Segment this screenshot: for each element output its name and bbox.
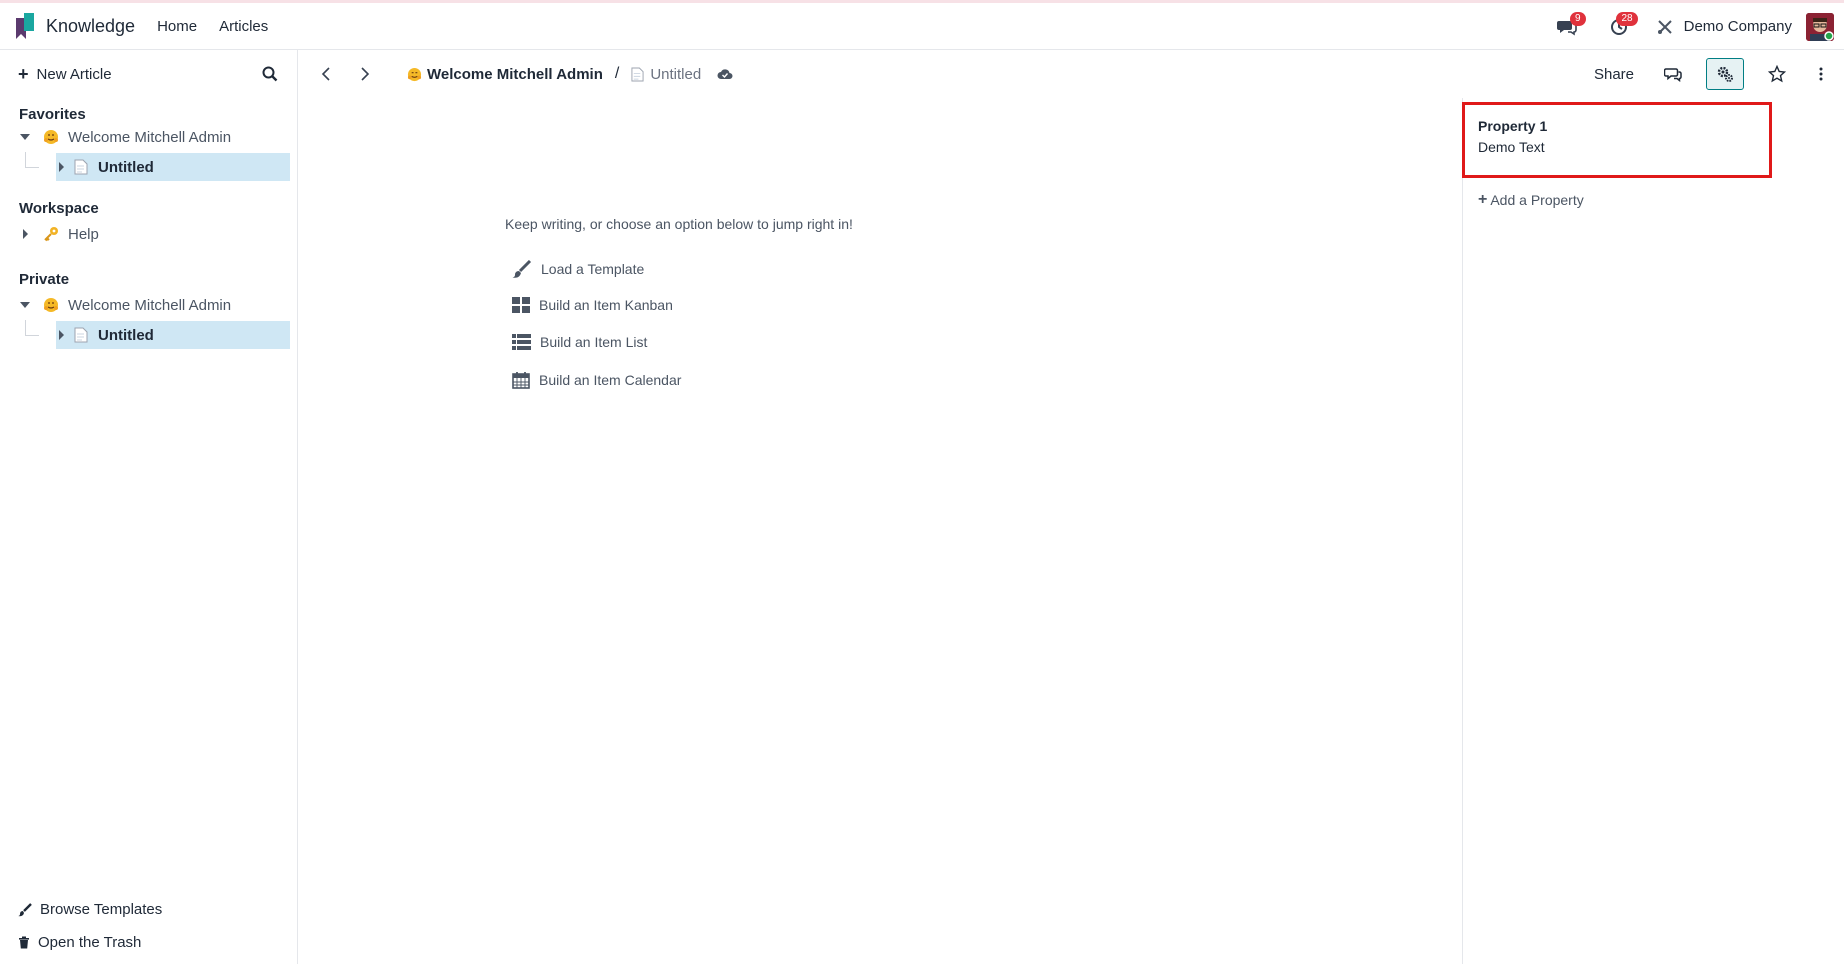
open-trash-button[interactable]: Open the Trash (18, 934, 141, 951)
breadcrumb-parent[interactable]: Welcome Mitchell Admin (405, 65, 603, 83)
browse-templates-label: Browse Templates (40, 901, 163, 918)
section-private-title: Private (19, 271, 70, 288)
trash-icon (19, 936, 29, 949)
caret-right-icon[interactable] (54, 328, 68, 342)
properties-toggle-button[interactable] (1706, 58, 1744, 90)
sidebar: + New Article Favorites Welcome Mitchell… (0, 50, 298, 964)
section-favorites-title: Favorites (19, 106, 86, 123)
caret-down-icon[interactable] (18, 130, 32, 144)
plus-icon: + (1478, 191, 1488, 208)
build-calendar-label: Build an Item Calendar (539, 372, 682, 388)
list-icon (512, 334, 531, 350)
plus-icon: + (18, 64, 29, 84)
hugging-face-emoji-icon (42, 128, 60, 146)
build-list-label: Build an Item List (540, 334, 648, 350)
cloud-check-icon (717, 69, 733, 79)
more-options-button[interactable] (1810, 58, 1832, 90)
property-value[interactable]: Demo Text (1478, 139, 1545, 155)
workspace-item-help-label: Help (68, 225, 99, 243)
nav-articles[interactable]: Articles (219, 18, 268, 35)
app-name[interactable]: Knowledge (46, 16, 135, 37)
tree-connector (25, 152, 39, 168)
knowledge-logo-icon[interactable] (16, 13, 36, 39)
new-article-label: New Article (36, 66, 112, 83)
tree-connector (25, 320, 39, 336)
breadcrumb-current-label[interactable]: Untitled (650, 66, 701, 83)
debug-tools-button[interactable] (1654, 12, 1676, 42)
add-property-label: Add a Property (1490, 192, 1584, 208)
tools-icon (1657, 19, 1672, 34)
browse-templates-button[interactable]: Browse Templates (18, 901, 162, 918)
property-label[interactable]: Property 1 (1478, 118, 1547, 134)
open-trash-label: Open the Trash (38, 934, 142, 951)
user-avatar[interactable] (1806, 12, 1834, 41)
kanban-icon (512, 297, 530, 313)
build-list-option[interactable]: Build an Item List (512, 334, 647, 350)
caret-down-icon[interactable] (18, 298, 32, 312)
section-workspace-title: Workspace (19, 200, 99, 217)
add-property-button[interactable]: + Add a Property (1478, 191, 1584, 209)
document-icon (74, 327, 88, 343)
favorites-item-welcome[interactable]: Welcome Mitchell Admin (18, 124, 231, 150)
activities-button[interactable]: 28 (1602, 11, 1638, 42)
private-item-welcome[interactable]: Welcome Mitchell Admin (18, 292, 231, 318)
saved-status (717, 68, 733, 80)
calendar-icon (512, 372, 530, 389)
activities-badge: 28 (1616, 11, 1638, 26)
workspace-item-help[interactable]: Help (18, 221, 99, 247)
kebab-menu-icon (1819, 67, 1823, 81)
favorites-item-welcome-label: Welcome Mitchell Admin (68, 128, 232, 146)
star-icon (1768, 65, 1786, 83)
forward-button[interactable] (353, 62, 377, 86)
private-item-untitled[interactable]: Untitled (56, 321, 290, 349)
paintbrush-icon (512, 260, 532, 278)
back-button[interactable] (314, 62, 338, 86)
key-emoji-icon (42, 225, 60, 243)
top-navbar: Knowledge Home Articles 9 28 Demo Compan… (0, 0, 1844, 50)
load-template-option[interactable]: Load a Template (512, 260, 644, 278)
favorite-toggle-button[interactable] (1758, 58, 1796, 90)
search-icon (262, 66, 278, 82)
build-kanban-option[interactable]: Build an Item Kanban (512, 297, 673, 313)
document-icon (74, 159, 88, 175)
breadcrumb-separator: / (614, 65, 620, 82)
editor-hint: Keep writing, or choose an option below … (505, 216, 853, 232)
sidebar-search-button[interactable] (262, 66, 282, 86)
caret-right-icon[interactable] (18, 227, 32, 241)
chevron-left-icon (321, 67, 330, 81)
hugging-face-emoji-icon (42, 296, 60, 314)
nav-home[interactable]: Home (157, 18, 197, 35)
build-calendar-option[interactable]: Build an Item Calendar (512, 371, 681, 389)
paintbrush-icon (18, 902, 32, 916)
caret-right-icon[interactable] (54, 160, 68, 174)
build-kanban-label: Build an Item Kanban (539, 297, 673, 313)
favorites-item-untitled[interactable]: Untitled (56, 153, 290, 181)
article-header: Welcome Mitchell Admin / Untitled Share (298, 50, 1844, 98)
comments-button[interactable] (1654, 58, 1692, 90)
breadcrumb-current: Untitled (631, 66, 701, 83)
company-switcher[interactable]: Demo Company (1684, 18, 1792, 35)
gears-icon (1717, 66, 1733, 82)
properties-panel (1462, 98, 1844, 964)
favorites-item-untitled-label: Untitled (98, 158, 154, 176)
private-item-untitled-label: Untitled (98, 326, 154, 344)
messages-badge: 9 (1570, 11, 1586, 26)
chevron-right-icon (361, 67, 370, 81)
comments-icon (1664, 68, 1682, 82)
new-article-button[interactable]: + New Article (18, 64, 112, 85)
private-item-welcome-label: Welcome Mitchell Admin (68, 296, 232, 314)
breadcrumb-parent-label: Welcome Mitchell Admin (427, 65, 603, 83)
load-template-label: Load a Template (541, 261, 645, 277)
hugging-face-emoji-icon (405, 65, 423, 83)
document-icon (631, 67, 644, 81)
share-button[interactable]: Share (1594, 66, 1634, 83)
messages-button[interactable]: 9 (1550, 11, 1586, 42)
